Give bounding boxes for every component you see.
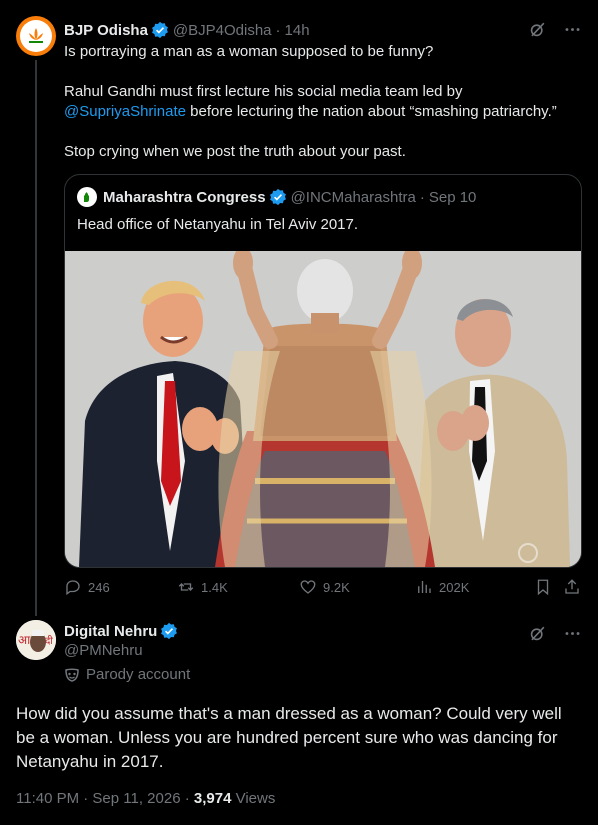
bookmark-icon <box>537 579 549 596</box>
share-button[interactable] <box>563 578 581 596</box>
bookmark-button[interactable] <box>534 578 552 596</box>
reply-author-name[interactable]: Digital Nehru <box>64 623 157 640</box>
reply-views-label: Views <box>231 790 276 807</box>
quoted-author-name: Maharashtra Congress <box>103 188 266 206</box>
repost-icon <box>178 583 194 591</box>
congress-hand-icon <box>84 192 89 202</box>
author-name[interactable]: BJP Odisha <box>64 22 148 39</box>
quoted-tweet[interactable]: Maharashtra Congress @INCMaharashtra · S… <box>64 174 582 568</box>
maharashtra-congress-avatar <box>77 187 97 207</box>
quoted-author-handle: @INCMaharashtra <box>290 188 416 206</box>
nehru-avatar-image: आ दी <box>16 620 56 660</box>
views-count: 202K <box>439 579 470 595</box>
author-handle[interactable]: @BJP4Odisha <box>173 22 272 39</box>
parody-mask-icon <box>65 668 79 682</box>
more-icon[interactable] <box>563 624 582 643</box>
thread-line <box>35 60 37 616</box>
reply-timestamp[interactable]: 11:40 PM · Sep 11, 2026 · <box>16 790 194 807</box>
svg-text:आ: आ <box>18 633 31 647</box>
reply-button[interactable]: 246 <box>64 578 110 596</box>
tweet-line: Is portraying a man as a woman supposed … <box>64 43 434 60</box>
reply-icon <box>66 580 80 596</box>
grok-icon[interactable] <box>528 624 547 643</box>
tweet-action-bar: 246 1.4K 9.2K 202K <box>64 578 582 598</box>
svg-text:दी: दी <box>45 635 53 647</box>
more-icon[interactable] <box>563 20 582 39</box>
parody-label: Parody account <box>64 666 190 683</box>
views-button[interactable]: 202K <box>415 578 469 596</box>
tweet-line-tail: before lecturing the nation about “smash… <box>185 103 557 120</box>
parody-label-text: Parody account <box>86 666 191 683</box>
verified-badge-icon <box>269 188 286 206</box>
reply-header-actions <box>528 624 582 643</box>
tweet-line: Rahul Gandhi must first lecture his soci… <box>64 83 463 100</box>
lotus-logo-icon <box>29 28 43 43</box>
tweet-header: BJP Odisha @BJP4Odisha · 14h <box>64 20 582 40</box>
quoted-tweet-header: Maharashtra Congress @INCMaharashtra · S… <box>77 187 476 207</box>
verified-badge-icon <box>161 622 178 640</box>
quoted-tweet-text: Head office of Netanyahu in Tel Aviv 201… <box>77 216 359 233</box>
tweet-line: @SupriyaShrinate before lecturing the na… <box>64 102 582 122</box>
quoted-tweet-photo[interactable] <box>65 251 581 567</box>
tweet-line: Stop crying when we post the truth about… <box>64 143 406 160</box>
like-button[interactable]: 9.2K <box>299 578 350 596</box>
views-icon <box>418 581 431 593</box>
reply-meta: 11:40 PM · Sep 11, 2026 · 3,974 Views <box>16 790 275 807</box>
reply-header: Digital Nehru <box>64 622 178 640</box>
digital-nehru-avatar[interactable]: आ दी <box>16 620 56 660</box>
repost-button[interactable]: 1.4K <box>177 578 228 596</box>
separator-dot: · <box>275 21 281 39</box>
reply-views-count: 3,974 <box>193 790 232 807</box>
tweet-time[interactable]: 14h <box>285 22 310 39</box>
verified-badge-icon <box>151 21 168 39</box>
reply-count: 246 <box>88 579 110 595</box>
grok-icon[interactable] <box>528 20 547 39</box>
like-icon <box>300 580 316 594</box>
reply-text: How did you assume that's a man dressed … <box>16 704 562 771</box>
bjp-odisha-avatar[interactable] <box>16 16 56 56</box>
repost-count: 1.4K <box>201 579 228 595</box>
tweet-header-actions <box>528 20 582 39</box>
tweet-text: Is portraying a man as a woman supposed … <box>64 42 582 162</box>
separator-dot: · <box>419 188 425 206</box>
share-icon <box>565 579 579 594</box>
mention-link[interactable]: @SupriyaShrinate <box>64 103 186 120</box>
quoted-tweet-date: Sep 10 <box>428 188 477 206</box>
photo-illustration <box>65 251 581 567</box>
reply-author-handle[interactable]: @PMNehru <box>64 642 143 659</box>
like-count: 9.2K <box>323 579 350 595</box>
